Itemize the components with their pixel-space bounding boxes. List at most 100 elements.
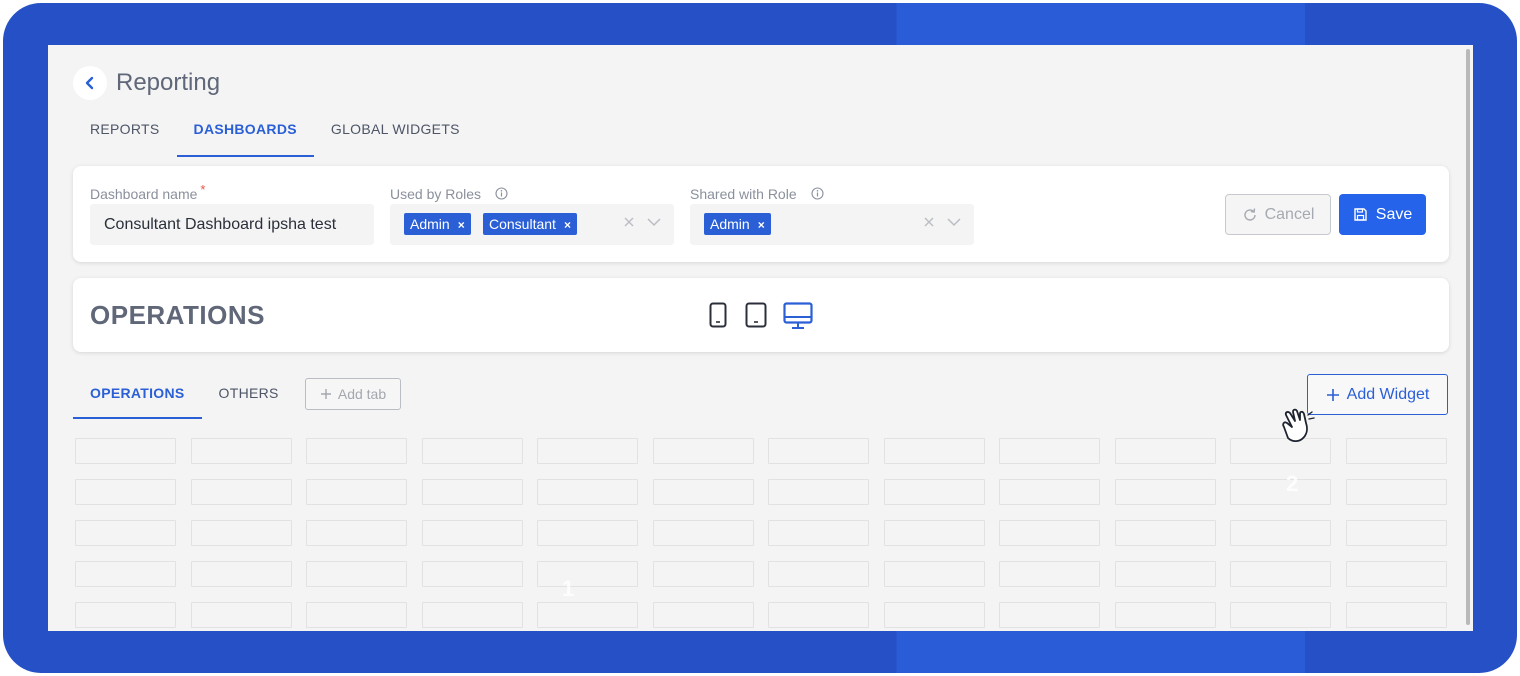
grid-cell[interactable] xyxy=(1114,520,1216,546)
tab-global-widgets[interactable]: GLOBAL WIDGETS xyxy=(314,115,477,157)
tab-operations[interactable]: OPERATIONS xyxy=(73,376,202,419)
grid-cell[interactable] xyxy=(537,520,638,546)
widget-grid[interactable] xyxy=(75,438,1447,628)
grid-cell[interactable] xyxy=(190,602,292,628)
grid-cell[interactable] xyxy=(1230,602,1331,628)
grid-cell[interactable] xyxy=(768,520,869,546)
grid-cell[interactable] xyxy=(306,561,407,587)
chip-remove-icon[interactable]: × xyxy=(758,218,765,232)
grid-cell[interactable] xyxy=(1345,561,1447,587)
grid-cell[interactable] xyxy=(75,520,176,546)
refresh-icon xyxy=(1243,207,1256,221)
grid-cell[interactable] xyxy=(652,438,754,464)
grid-cell[interactable] xyxy=(537,602,638,628)
grid-cell[interactable] xyxy=(1230,520,1331,546)
grid-cell[interactable] xyxy=(999,479,1100,505)
grid-cell[interactable] xyxy=(652,520,754,546)
scrollbar[interactable] xyxy=(1466,49,1470,625)
clear-icon[interactable] xyxy=(923,216,935,228)
step-marker-2: 2 xyxy=(1286,471,1299,496)
grid-cell[interactable] xyxy=(75,479,176,505)
grid-cell[interactable] xyxy=(306,520,407,546)
section-title: OPERATIONS xyxy=(90,300,265,330)
grid-cell[interactable] xyxy=(537,479,638,505)
role-chip-consultant: Consultant × xyxy=(483,213,577,235)
select-controls xyxy=(623,216,661,228)
grid-cell[interactable] xyxy=(883,561,985,587)
shared-with-role-label-text: Shared with Role xyxy=(690,186,797,202)
used-by-roles-select[interactable]: Admin × Consultant × xyxy=(390,204,674,245)
grid-cell[interactable] xyxy=(190,561,292,587)
grid-cell[interactable] xyxy=(1114,561,1216,587)
grid-cell[interactable] xyxy=(1114,438,1216,464)
role-chip-label: Admin xyxy=(410,216,450,232)
grid-cell[interactable] xyxy=(883,479,985,505)
grid-cell[interactable] xyxy=(1230,561,1331,587)
page-title: Reporting xyxy=(116,69,221,96)
add-widget-button[interactable]: Add Widget xyxy=(1307,374,1448,415)
grid-cell[interactable] xyxy=(883,520,985,546)
dashboard-name-field[interactable]: Consultant Dashboard ipsha test xyxy=(90,204,374,245)
grid-cell[interactable] xyxy=(190,479,292,505)
grid-cell[interactable] xyxy=(421,520,523,546)
chevron-down-icon[interactable] xyxy=(947,217,961,227)
grid-cell[interactable] xyxy=(190,438,292,464)
grid-cell[interactable] xyxy=(306,479,407,505)
grid-cell[interactable] xyxy=(652,561,754,587)
grid-cell[interactable] xyxy=(1345,479,1447,505)
grid-cell[interactable] xyxy=(652,602,754,628)
grid-cell[interactable] xyxy=(1345,520,1447,546)
tablet-icon[interactable] xyxy=(745,302,767,328)
back-button[interactable] xyxy=(73,66,107,100)
mobile-icon[interactable] xyxy=(709,302,727,328)
grid-cell[interactable] xyxy=(75,602,176,628)
cancel-label: Cancel xyxy=(1264,205,1315,223)
grid-cell[interactable] xyxy=(421,561,523,587)
grid-cell[interactable] xyxy=(883,602,985,628)
add-tab-button[interactable]: Add tab xyxy=(305,378,401,410)
outer-frame: Reporting REPORTS DASHBOARDS GLOBAL WIDG… xyxy=(3,3,1517,673)
shared-with-role-label: Shared with Role xyxy=(690,186,824,202)
tab-others[interactable]: OTHERS xyxy=(202,376,296,419)
grid-cell[interactable] xyxy=(999,561,1100,587)
save-button[interactable]: Save xyxy=(1339,194,1426,235)
grid-cell[interactable] xyxy=(1114,602,1216,628)
chip-remove-icon[interactable]: × xyxy=(564,218,571,232)
dashboard-name-label-text: Dashboard name xyxy=(90,186,198,202)
grid-cell[interactable] xyxy=(1345,602,1447,628)
chip-remove-icon[interactable]: × xyxy=(458,218,465,232)
grid-cell[interactable] xyxy=(421,479,523,505)
shared-with-role-select[interactable]: Admin × xyxy=(690,204,974,245)
grid-cell[interactable] xyxy=(652,479,754,505)
grid-cell[interactable] xyxy=(999,602,1100,628)
grid-cell[interactable] xyxy=(999,520,1100,546)
grid-cell[interactable] xyxy=(999,438,1100,464)
grid-cell[interactable] xyxy=(768,561,869,587)
grid-cell[interactable] xyxy=(537,438,638,464)
hand-cursor-icon xyxy=(1282,408,1315,443)
grid-cell[interactable] xyxy=(1345,438,1447,464)
chevron-left-icon xyxy=(85,76,94,90)
grid-cell[interactable] xyxy=(1230,479,1331,505)
clear-icon[interactable] xyxy=(623,216,635,228)
grid-cell[interactable] xyxy=(421,602,523,628)
grid-cell[interactable] xyxy=(306,602,407,628)
grid-cell[interactable] xyxy=(768,602,869,628)
chevron-down-icon[interactable] xyxy=(647,217,661,227)
grid-cell[interactable] xyxy=(75,561,176,587)
tab-reports[interactable]: REPORTS xyxy=(73,115,177,157)
grid-cell[interactable] xyxy=(190,520,292,546)
grid-cell[interactable] xyxy=(768,479,869,505)
tab-dashboards[interactable]: DASHBOARDS xyxy=(176,115,315,157)
grid-cell[interactable] xyxy=(421,438,523,464)
cancel-button[interactable]: Cancel xyxy=(1225,194,1331,235)
grid-cell[interactable] xyxy=(1114,479,1216,505)
desktop-icon[interactable] xyxy=(783,302,813,330)
grid-cell[interactable] xyxy=(883,438,985,464)
role-chip-admin: Admin × xyxy=(404,213,471,235)
grid-cell[interactable] xyxy=(75,438,176,464)
grid-cell[interactable] xyxy=(768,438,869,464)
grid-cell[interactable] xyxy=(306,438,407,464)
grid-cell[interactable] xyxy=(537,561,638,587)
section-tabs: OPERATIONS OTHERS xyxy=(73,376,296,419)
